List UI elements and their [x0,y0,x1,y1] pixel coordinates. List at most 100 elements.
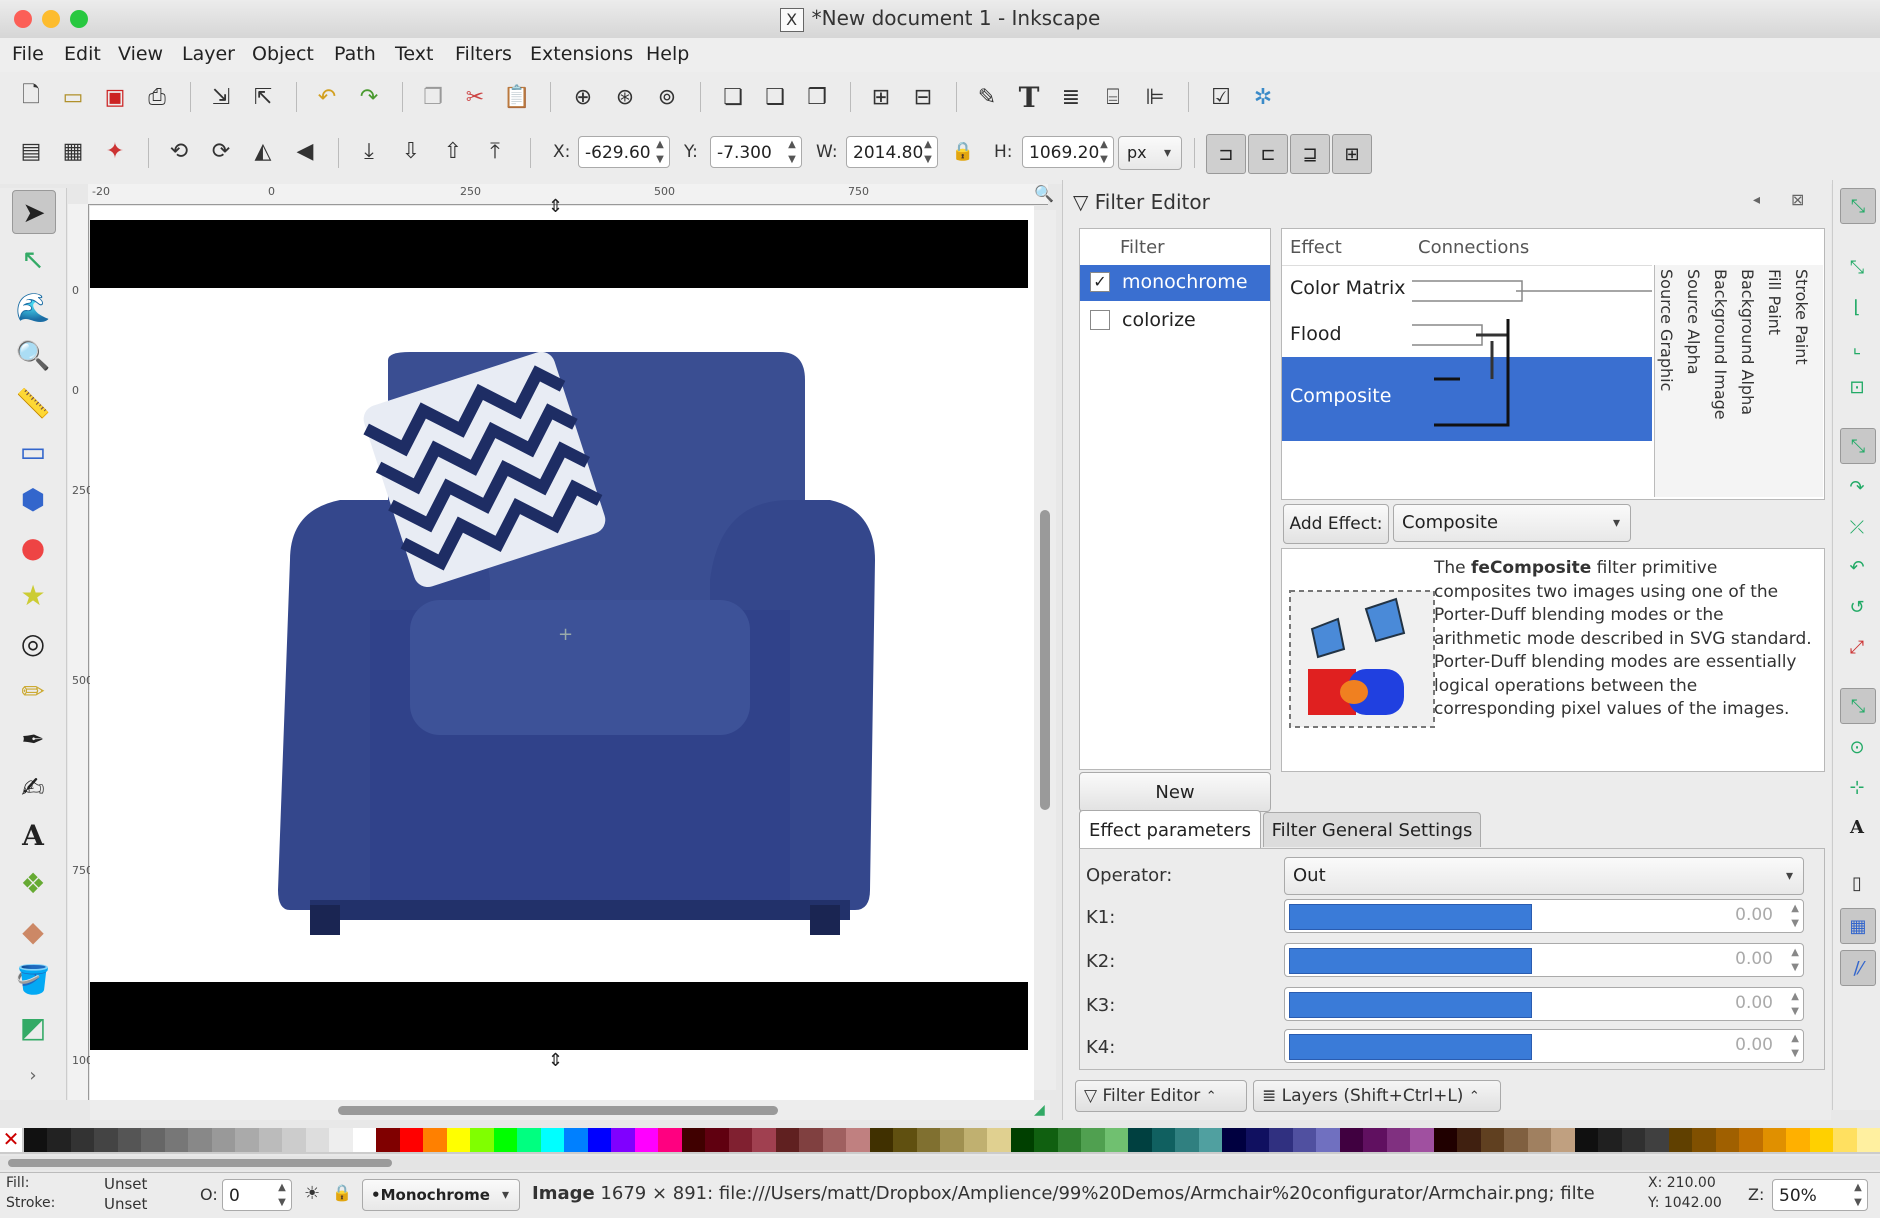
menu-object[interactable]: Object [252,43,314,65]
snap-text-baseline-icon[interactable]: A [1840,810,1874,844]
color-swatch[interactable] [870,1128,894,1152]
scale-corners-toggle[interactable]: ⊏ [1248,134,1288,174]
color-swatch[interactable] [776,1128,800,1152]
color-swatch[interactable] [823,1128,847,1152]
color-swatch[interactable] [188,1128,212,1152]
text-tool-icon[interactable]: A [12,814,54,856]
color-swatch[interactable] [470,1128,494,1152]
scale-stroke-toggle[interactable]: ⊐ [1206,134,1246,174]
color-swatch[interactable] [1081,1128,1105,1152]
color-swatch[interactable] [1786,1128,1810,1152]
color-swatch[interactable] [682,1128,706,1152]
export-icon[interactable]: ⇱ [246,80,280,114]
color-swatch[interactable] [1293,1128,1317,1152]
width-input[interactable]: 2014.80▲▼ [846,136,938,168]
color-swatch[interactable] [1246,1128,1270,1152]
opacity-input[interactable]: 0▲▼ [222,1179,292,1211]
menu-file[interactable]: File [12,43,44,65]
undo-icon[interactable]: ↶ [310,80,344,114]
color-swatch[interactable] [1716,1128,1740,1152]
color-swatch[interactable] [1011,1128,1035,1152]
color-swatch[interactable] [846,1128,870,1152]
color-swatch[interactable] [1410,1128,1434,1152]
zoom-selection-icon[interactable]: ⊕ [566,80,600,114]
unit-select[interactable]: px▾ [1118,136,1182,170]
spiral-tool-icon[interactable]: ◎ [12,622,54,664]
dock-tab-layers[interactable]: ≣ Layers (Shift+Ctrl+L) ⌃ [1253,1080,1501,1112]
color-swatch[interactable] [1058,1128,1082,1152]
color-swatch[interactable] [588,1128,612,1152]
menu-layer[interactable]: Layer [182,43,235,65]
menu-help[interactable]: Help [646,43,689,65]
checkbox-unchecked-icon[interactable] [1090,310,1110,330]
tweak-tool-icon[interactable]: 🌊 [12,286,54,328]
snap-page-border-icon[interactable]: ▯ [1840,866,1874,900]
y-coordinate-input[interactable]: -7.300▲▼ [710,136,802,168]
zoom-tool-icon[interactable]: 🔍 [12,334,54,376]
color-swatch[interactable] [24,1128,48,1152]
node-tool-icon[interactable]: ↖ [12,238,54,280]
color-swatch[interactable] [1575,1128,1599,1152]
color-swatch[interactable] [658,1128,682,1152]
rotate-cw-icon[interactable]: ⟳ [204,134,238,168]
snap-bbox-midpoint-icon[interactable]: ⊡ [1840,370,1874,404]
unlink-clone-icon[interactable]: ❒ [800,80,834,114]
select-all-icon[interactable]: ▤ [14,134,48,168]
color-swatch[interactable] [47,1128,71,1152]
zoom-input[interactable]: 50%▲▼ [1772,1179,1868,1211]
more-tools-chevron-icon[interactable]: › [12,1054,54,1096]
3d-box-tool-icon[interactable]: ⬢ [12,478,54,520]
menu-text[interactable]: Text [395,43,433,65]
effect-type-select[interactable]: Composite▾ [1393,504,1631,542]
snap-path-intersection-icon[interactable]: ⤫ [1840,510,1874,544]
color-swatch[interactable] [1434,1128,1458,1152]
color-swatch[interactable] [1269,1128,1293,1152]
filter-row-colorize[interactable]: colorize [1080,303,1270,339]
color-swatch[interactable] [1222,1128,1246,1152]
color-swatch[interactable] [494,1128,518,1152]
open-folder-icon[interactable]: ▭ [56,80,90,114]
color-swatch[interactable] [94,1128,118,1152]
palette-scrollbar[interactable] [0,1156,1880,1170]
color-swatch[interactable] [1528,1128,1552,1152]
color-swatch[interactable] [799,1128,823,1152]
new-filter-button[interactable]: New [1079,772,1271,812]
snap-bbox-edge-icon[interactable]: ⌊ [1840,290,1874,324]
color-swatch[interactable] [1175,1128,1199,1152]
eraser-tool-icon[interactable]: ◆ [12,910,54,952]
zoom-drawing-icon[interactable]: ⊛ [608,80,642,114]
menu-edit[interactable]: Edit [64,43,101,65]
layer-visibility-icon[interactable]: ☀ [304,1183,320,1204]
menu-extensions[interactable]: Extensions [530,43,633,65]
no-paint-swatch-icon[interactable]: ✕ [0,1128,22,1152]
color-swatch[interactable] [1551,1128,1575,1152]
print-icon[interactable]: ⎙ [140,80,174,114]
color-swatch[interactable] [1199,1128,1223,1152]
color-swatch[interactable] [1481,1128,1505,1152]
color-swatch[interactable] [940,1128,964,1152]
ellipse-tool-icon[interactable]: ● [12,526,54,568]
operator-select[interactable]: Out▾ [1284,857,1804,895]
color-swatch[interactable] [893,1128,917,1152]
zoom-page-icon[interactable]: ⊚ [650,80,684,114]
clone-icon[interactable]: ❑ [758,80,792,114]
dock-close-icon[interactable]: ⊠ [1791,190,1804,209]
snap-others-icon[interactable]: ⤡ [1840,688,1876,724]
menu-view[interactable]: View [118,43,163,65]
color-swatch[interactable] [1669,1128,1693,1152]
lower-icon[interactable]: ⇩ [394,134,428,168]
paste-icon[interactable]: 📋 [500,80,534,114]
align-distribute-icon[interactable]: ⊫ [1138,80,1172,114]
k2-slider[interactable]: 0.00▲▼ [1284,943,1804,977]
flip-vertical-icon[interactable]: ◀ [288,134,322,168]
color-swatch[interactable] [1833,1128,1857,1152]
raise-icon[interactable]: ⇧ [436,134,470,168]
color-swatch[interactable] [729,1128,753,1152]
deselect-icon[interactable]: ✦ [98,134,132,168]
xml-editor-icon[interactable]: ⌸ [1096,80,1130,114]
menu-filters[interactable]: Filters [455,43,512,65]
color-swatch[interactable] [1763,1128,1787,1152]
snap-bbox-corner-icon[interactable]: ⌞ [1840,330,1874,364]
k3-slider[interactable]: 0.00▲▼ [1284,987,1804,1021]
lock-ratio-icon[interactable]: 🔒 [946,134,980,168]
